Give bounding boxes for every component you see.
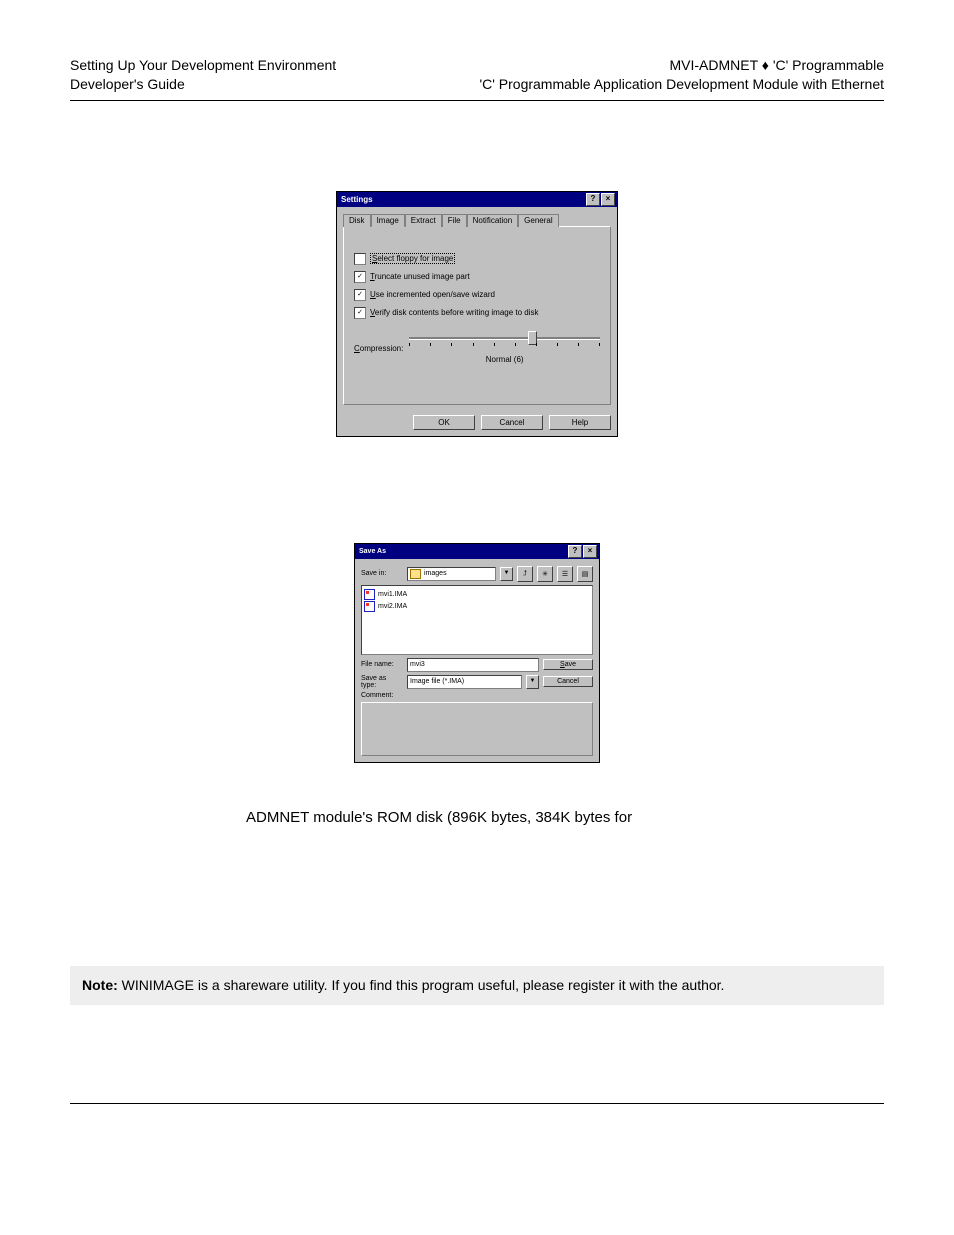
- cancel-button[interactable]: Cancel: [481, 415, 543, 430]
- checkbox-verify[interactable]: ✓: [354, 307, 366, 319]
- note-text: WINIMAGE is a shareware utility. If you …: [118, 977, 725, 993]
- label-savetype: Save as type:: [361, 675, 403, 689]
- filename-value: mvi3: [410, 661, 425, 668]
- settings-title: Settings: [339, 195, 585, 204]
- file-name: mvi2.IMA: [378, 603, 407, 610]
- tab-disk[interactable]: Disk: [343, 214, 371, 227]
- settings-panel: Select floppy for image ✓ Truncate unuse…: [343, 226, 611, 405]
- label-compression: Compression:: [354, 344, 403, 353]
- checkbox-incremented[interactable]: ✓: [354, 289, 366, 301]
- header-right-2: 'C' Programmable Application Development…: [479, 75, 884, 94]
- close-icon[interactable]: ×: [583, 545, 597, 558]
- folder-icon: [410, 569, 421, 579]
- body-paragraph: ADMNET module's ROM disk (896K bytes, 38…: [246, 809, 884, 826]
- saveas-titlebar[interactable]: Save As ? ×: [355, 544, 599, 559]
- list-item[interactable]: mvi2.IMA: [364, 601, 590, 612]
- savetype-value: Image file (*.IMA): [410, 678, 464, 685]
- page-header: Setting Up Your Development Environment …: [70, 56, 884, 94]
- file-icon: [364, 601, 375, 612]
- help-icon[interactable]: ?: [568, 545, 582, 558]
- ok-button[interactable]: OK: [413, 415, 475, 430]
- file-list[interactable]: mvi1.IMA mvi2.IMA: [361, 585, 593, 655]
- label-select-floppy: Select floppy for image: [370, 253, 455, 264]
- new-folder-icon[interactable]: ✳: [537, 566, 553, 582]
- tab-file[interactable]: File: [442, 214, 467, 227]
- help-icon[interactable]: ?: [586, 193, 600, 206]
- label-truncate: Truncate unused image part: [370, 272, 470, 281]
- header-right-1: MVI-ADMNET ♦ 'C' Programmable: [479, 56, 884, 75]
- savein-value: images: [424, 570, 447, 577]
- label-verify: Verify disk contents before writing imag…: [370, 308, 539, 317]
- compression-slider[interactable]: [409, 333, 600, 353]
- comment-textarea[interactable]: [361, 702, 593, 756]
- tab-extract[interactable]: Extract: [405, 214, 442, 227]
- file-icon: [364, 589, 375, 600]
- savetype-combo[interactable]: Image file (*.IMA): [407, 675, 522, 689]
- label-incremented: Use incremented open/save wizard: [370, 290, 495, 299]
- saveas-title: Save As: [357, 548, 567, 555]
- checkbox-truncate[interactable]: ✓: [354, 271, 366, 283]
- footer-rule: [70, 1103, 884, 1104]
- chevron-down-icon[interactable]: ▼: [526, 675, 539, 689]
- chevron-down-icon[interactable]: ▼: [500, 567, 513, 581]
- header-left-2: Developer's Guide: [70, 75, 336, 94]
- label-comment: Comment:: [361, 692, 403, 699]
- label-savein: Save in:: [361, 570, 403, 577]
- label-filename: File name:: [361, 661, 403, 668]
- note-label: Note:: [82, 977, 118, 993]
- settings-dialog: Settings ? × Disk Image Extract File Not…: [336, 191, 618, 437]
- saveas-dialog: Save As ? × Save in: images ▼ ⮥ ✳ ☰ ▤: [354, 543, 600, 763]
- filename-input[interactable]: mvi3: [407, 658, 539, 672]
- help-button[interactable]: Help: [549, 415, 611, 430]
- details-view-icon[interactable]: ▤: [577, 566, 593, 582]
- tab-image[interactable]: Image: [371, 214, 405, 227]
- list-view-icon[interactable]: ☰: [557, 566, 573, 582]
- note-box: Note: WINIMAGE is a shareware utility. I…: [70, 966, 884, 1005]
- close-icon[interactable]: ×: [601, 193, 615, 206]
- up-folder-icon[interactable]: ⮥: [517, 566, 533, 582]
- settings-tabstrip: Disk Image Extract File Notification Gen…: [343, 213, 611, 226]
- tab-notification[interactable]: Notification: [467, 214, 519, 227]
- file-name: mvi1.IMA: [378, 591, 407, 598]
- settings-titlebar[interactable]: Settings ? ×: [337, 192, 617, 207]
- list-item[interactable]: mvi1.IMA: [364, 589, 590, 600]
- savein-combo[interactable]: images: [407, 567, 496, 581]
- save-button[interactable]: Save: [543, 659, 593, 670]
- header-left-1: Setting Up Your Development Environment: [70, 56, 336, 75]
- checkbox-select-floppy[interactable]: [354, 253, 366, 265]
- slider-value-label: Normal (6): [409, 355, 600, 364]
- cancel-button[interactable]: Cancel: [543, 676, 593, 687]
- tab-general[interactable]: General: [518, 214, 558, 227]
